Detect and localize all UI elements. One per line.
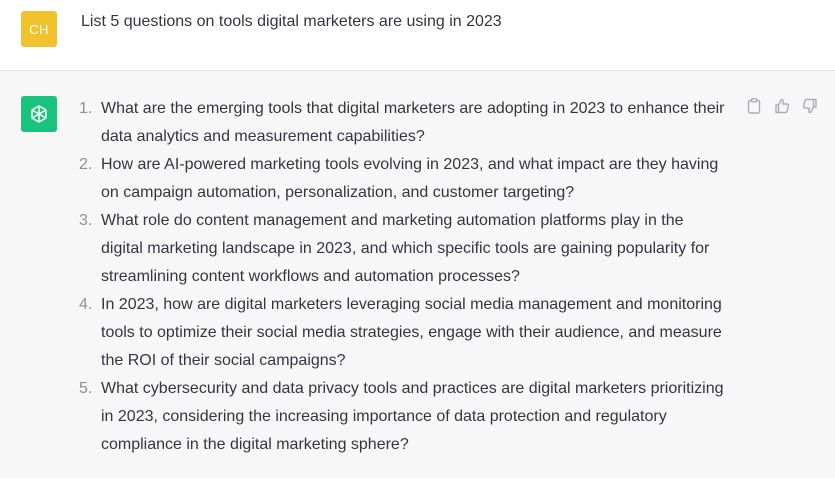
list-item-number: 4. (79, 296, 93, 313)
list-item: 1. What are the emerging tools that digi… (79, 95, 733, 151)
list-item: 3. What role do content management and m… (79, 207, 733, 291)
list-item-line: How are AI-powered marketing tools evolv… (101, 156, 719, 173)
list-item-line: digital marketing landscape in 2023, and… (101, 240, 710, 257)
list-item-line: What are the emerging tools that digital… (101, 100, 725, 117)
list-item-line: streamlining content workflows and autom… (101, 268, 520, 285)
assistant-message-row: 1. What are the emerging tools that digi… (0, 71, 835, 478)
list-item: 4. In 2023, how are digital marketers le… (79, 291, 733, 375)
thumbs-down-icon (802, 98, 817, 114)
answer-list: 1. What are the emerging tools that digi… (79, 95, 733, 459)
list-item-line: data analytics and measurement capabilit… (101, 128, 425, 145)
list-item-number: 3. (79, 212, 93, 229)
list-item-line: on campaign automation, personalization,… (101, 184, 575, 201)
list-item-number: 2. (79, 156, 93, 173)
user-message-text: List 5 questions on tools digital market… (81, 13, 502, 30)
assistant-avatar (21, 96, 57, 132)
list-item: 5. What cybersecurity and data privacy t… (79, 375, 733, 459)
list-item-line: compliance in the digital marketing sphe… (101, 436, 409, 453)
thumbs-down-button[interactable] (802, 98, 818, 114)
list-item-line: tools to optimize their social media str… (101, 324, 722, 341)
list-item-number: 5. (79, 380, 93, 397)
list-item-line: In 2023, how are digital marketers lever… (101, 296, 722, 313)
user-message-row: CH List 5 questions on tools digital mar… (0, 0, 835, 71)
message-actions (746, 98, 818, 114)
copy-button[interactable] (746, 98, 762, 114)
list-item-line: What cybersecurity and data privacy tool… (101, 380, 724, 397)
openai-logo-icon (31, 105, 47, 123)
list-item-number: 1. (79, 100, 93, 117)
list-item-line: in 2023, considering the increasing impo… (101, 408, 667, 425)
thumbs-up-button[interactable] (774, 98, 790, 114)
thumbs-up-icon (775, 98, 790, 114)
copy-icon (747, 98, 761, 114)
list-item-line: What role do content management and mark… (101, 212, 684, 229)
list-item: 2. How are AI-powered marketing tools ev… (79, 151, 733, 207)
user-avatar: CH (21, 11, 57, 47)
list-item-line: the ROI of their social campaigns? (101, 352, 346, 369)
